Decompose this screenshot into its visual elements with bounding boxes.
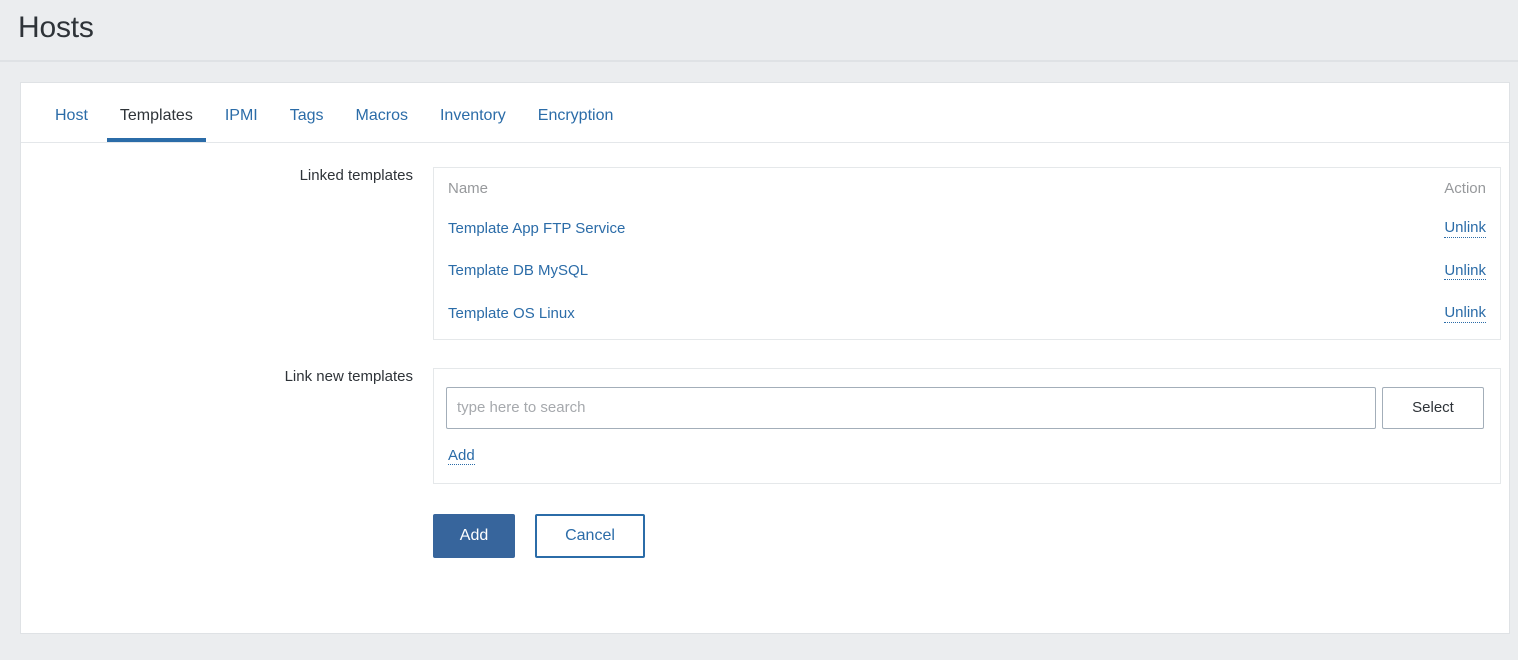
template-action-cell: Unlink bbox=[1242, 292, 1500, 339]
unlink-link[interactable]: Unlink bbox=[1444, 262, 1486, 280]
tab-host[interactable]: Host bbox=[39, 108, 104, 142]
content-panel: Host Templates IPMI Tags Macros Inventor… bbox=[20, 82, 1510, 634]
linked-templates-row: Linked templates Name Action Template Ap… bbox=[21, 167, 1501, 340]
templates-form: Linked templates Name Action Template Ap… bbox=[21, 143, 1509, 558]
tab-ipmi[interactable]: IPMI bbox=[209, 108, 274, 142]
tab-tags[interactable]: Tags bbox=[274, 108, 340, 142]
template-link[interactable]: Template DB MySQL bbox=[448, 262, 588, 279]
template-name-cell: Template App FTP Service bbox=[434, 207, 1242, 250]
table-row: Template DB MySQL Unlink bbox=[434, 250, 1500, 293]
page-header: Hosts bbox=[0, 0, 1518, 62]
table-row: Template OS Linux Unlink bbox=[434, 292, 1500, 339]
template-action-cell: Unlink bbox=[1242, 250, 1500, 293]
submit-add-button[interactable]: Add bbox=[433, 514, 515, 558]
unlink-link[interactable]: Unlink bbox=[1444, 219, 1486, 238]
add-template-link[interactable]: Add bbox=[448, 447, 475, 465]
template-action-cell: Unlink bbox=[1242, 207, 1500, 250]
select-button[interactable]: Select bbox=[1382, 386, 1484, 429]
tab-templates[interactable]: Templates bbox=[104, 108, 209, 142]
link-new-templates-label: Link new templates bbox=[284, 367, 413, 385]
template-name-cell: Template DB MySQL bbox=[434, 250, 1242, 293]
template-link[interactable]: Template App FTP Service bbox=[448, 220, 625, 237]
footer-spacer bbox=[21, 514, 433, 558]
form-footer: Add Cancel bbox=[21, 484, 1501, 558]
link-new-templates-row: Link new templates Select Add bbox=[21, 367, 1501, 484]
linked-templates-label: Linked templates bbox=[299, 167, 413, 184]
template-search-input[interactable] bbox=[446, 386, 1376, 429]
tab-macros[interactable]: Macros bbox=[340, 108, 424, 142]
column-header-name: Name bbox=[448, 180, 489, 197]
linked-templates-table: Name Action Template App FTP Service Unl… bbox=[434, 168, 1500, 339]
tab-bar: Host Templates IPMI Tags Macros Inventor… bbox=[21, 83, 1509, 143]
search-line: Select bbox=[446, 386, 1484, 429]
column-header-action: Action bbox=[1444, 180, 1486, 197]
unlink-link[interactable]: Unlink bbox=[1444, 304, 1486, 323]
add-link-wrap: Add bbox=[446, 429, 1484, 465]
row-spacer bbox=[21, 340, 1501, 368]
linked-templates-box: Name Action Template App FTP Service Unl… bbox=[433, 167, 1501, 340]
tab-inventory[interactable]: Inventory bbox=[424, 108, 522, 142]
tab-encryption[interactable]: Encryption bbox=[522, 108, 630, 142]
template-link[interactable]: Template OS Linux bbox=[448, 305, 575, 322]
cancel-button[interactable]: Cancel bbox=[535, 514, 645, 558]
template-name-cell: Template OS Linux bbox=[434, 292, 1242, 339]
table-header-row: Name Action bbox=[434, 168, 1500, 207]
page-title: Hosts bbox=[18, 11, 94, 44]
link-new-templates-box: Select Add bbox=[433, 367, 1501, 484]
table-row: Template App FTP Service Unlink bbox=[434, 207, 1500, 250]
